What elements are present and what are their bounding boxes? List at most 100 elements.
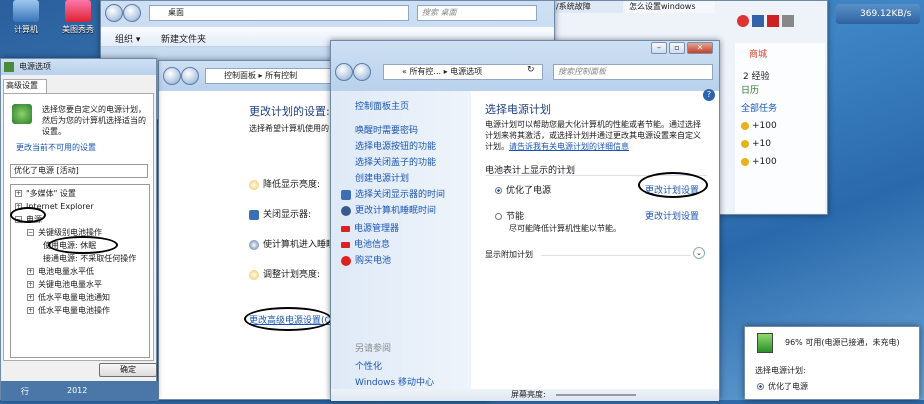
tree-label: 低水平电量电池操作	[38, 306, 110, 315]
tree-label: 电池电量水平低	[38, 267, 94, 276]
tree-item[interactable]: + 电池电量水平低	[13, 265, 147, 278]
sidebar-link-buy-battery[interactable]: 购买电池	[355, 256, 391, 266]
taskbar-text: 行	[21, 387, 29, 396]
browser-tab-active[interactable]: 怎么设置windows	[625, 1, 715, 13]
chevron-down-icon[interactable]: ⌄	[693, 247, 705, 259]
sidebar-link-power-button[interactable]: 选择电源按钮的功能	[355, 139, 436, 152]
sidebar-link-power-manager[interactable]: 电源管理器	[354, 224, 399, 234]
dialog-titlebar: 电源选项	[1, 59, 156, 75]
taskbar-year: 2012	[67, 386, 88, 395]
tab-panel: 选择您要自定义的电源计划，然后为您的计算机选择适当的设置。 更改当前不可用的设置…	[3, 93, 154, 361]
breadcrumb-control-panel[interactable]: 控制面板	[224, 71, 256, 80]
desktop-icon-computer[interactable]: 计算机	[2, 0, 50, 35]
browser-toolbar-icons	[737, 15, 825, 31]
browser-tab[interactable]: /系统故障	[553, 1, 623, 13]
expand-icon[interactable]: +	[15, 190, 22, 197]
plan-name: 节能	[506, 212, 525, 222]
sidebar-link-battery-info[interactable]: 电池信息	[354, 240, 390, 250]
page-description: 电源计划可以帮助您最大化计算机的性能或者节能。通过选择计划来将其激活，或选择计划…	[485, 119, 707, 152]
forward-button[interactable]	[181, 67, 199, 85]
control-panel-home-link[interactable]: 控制面板主页	[355, 99, 409, 112]
sidebar-link-create-plan[interactable]: 创建电源计划	[355, 171, 409, 184]
change-unavailable-settings-link[interactable]: 更改当前不可用的设置	[16, 142, 96, 153]
page-description: 选择希望计算机使用的	[249, 124, 329, 133]
back-button[interactable]	[335, 63, 353, 81]
brightness-slider[interactable]	[555, 393, 636, 396]
back-button[interactable]	[163, 67, 181, 85]
desktop-icon-label: 美图秀秀	[62, 25, 94, 34]
meitu-icon	[65, 0, 91, 22]
sidebar-link-sleep[interactable]: 更改计算机睡眠时间	[355, 206, 436, 216]
breadcrumb-all[interactable]: 所有控制	[265, 71, 297, 80]
refresh-icon[interactable]: ↻	[527, 65, 535, 75]
tray-plan-option[interactable]: 优化了电源	[757, 381, 808, 392]
expand-icon[interactable]: +	[27, 294, 34, 301]
address-bar[interactable]: 桌面	[149, 5, 409, 21]
plan-select[interactable]: 优化了电源 [活动]	[10, 164, 148, 178]
change-plan-settings-link-2[interactable]: 更改计划设置	[645, 209, 699, 222]
sidebar-link-lid[interactable]: 选择关闭盖子的功能	[355, 155, 436, 168]
see-also-personalize[interactable]: 个性化	[355, 359, 382, 372]
desktop-icon-meitu[interactable]: 美图秀秀	[54, 0, 102, 35]
dim-display-label: 降低显示亮度:	[263, 180, 321, 190]
tree-label: 低水平电量电池通知	[38, 293, 110, 302]
plan-name: 优化了电源	[506, 186, 552, 196]
collapse-icon[interactable]: −	[27, 229, 34, 236]
see-also-mobility-center[interactable]: Windows 移动中心	[355, 375, 434, 388]
brightness-bar: 屏幕亮度:	[331, 389, 719, 401]
ok-button[interactable]: 确定	[99, 363, 157, 377]
addon-icon[interactable]	[766, 15, 779, 27]
forward-button[interactable]	[123, 4, 141, 22]
plan-select-value: 优化了电源 [活动]	[14, 166, 79, 175]
show-additional-plans[interactable]: 显示附加计划	[485, 249, 533, 260]
advanced-settings-dialog: 电源选项 高级设置 选择您要自定义的电源计划，然后为您的计算机选择适当的设置。 …	[0, 58, 158, 401]
highlight-circle	[10, 207, 46, 223]
address-bar[interactable]: « 所有控... ▸ 电源选项	[383, 64, 543, 80]
tree-label: 关键电池电量水平	[38, 280, 102, 289]
tree-item[interactable]: + 关键电池电量水平	[13, 278, 147, 291]
calendar-link[interactable]: 日历	[741, 83, 759, 96]
plan-option-balanced[interactable]: 优化了电源	[495, 183, 551, 196]
plan-option-saver[interactable]: 节能	[495, 209, 524, 222]
sidebar-link-display-off[interactable]: 选择关闭显示器的时间	[355, 190, 445, 200]
tree-item[interactable]: + 低水平电量电池通知	[13, 291, 147, 304]
close-button[interactable]: ✕	[687, 42, 713, 54]
radio-unselected[interactable]	[495, 213, 502, 220]
maximize-button[interactable]: ▫	[669, 42, 685, 54]
expand-icon[interactable]: +	[27, 268, 34, 275]
battery-popup: 96% 可用(电源已接通，未充电) 选择电源计划: 优化了电源	[744, 326, 920, 400]
display-icon	[341, 189, 351, 200]
tree-item[interactable]: + 低水平电量电池操作	[13, 304, 147, 317]
address-bar[interactable]: 控制面板 ▸ 所有控制	[205, 68, 345, 84]
search-box[interactable]: 搜索 桌面	[417, 5, 537, 21]
sidebar-link-wake-password[interactable]: 唤醒时需要密码	[355, 123, 418, 136]
stop-icon[interactable]	[737, 15, 749, 27]
tasks-link[interactable]: 全部任务	[741, 101, 777, 114]
tab-advanced[interactable]: 高级设置	[3, 79, 47, 93]
divider	[541, 255, 691, 256]
wrench-icon[interactable]	[781, 15, 794, 27]
new-folder-button[interactable]: 新建文件夹	[161, 32, 206, 45]
battery-icon	[757, 333, 773, 353]
plan-details-link[interactable]: 请告诉我有关电源计划的详细信息	[509, 142, 629, 151]
back-button[interactable]	[105, 4, 123, 22]
help-icon[interactable]: ?	[703, 89, 715, 101]
browser-sidebar: 商城 2 经验 日历 全部任务 +100 +10 +100	[735, 43, 825, 213]
forward-icon[interactable]	[751, 15, 764, 27]
radio-selected[interactable]	[495, 187, 502, 194]
forward-button[interactable]	[353, 63, 371, 81]
sleep-label: 使计算机进入睡眠	[263, 240, 336, 250]
dialog-title: 电源选项	[19, 62, 51, 71]
expand-icon[interactable]: +	[27, 281, 34, 288]
mall-link[interactable]: 商城	[749, 47, 767, 60]
radio-selected[interactable]	[757, 383, 764, 390]
search-box[interactable]: 搜索控制面板	[553, 64, 713, 80]
organize-button[interactable]: 组织 ▾	[115, 32, 140, 45]
sleep-icon	[249, 239, 259, 250]
tree-item[interactable]: + "多媒体" 设置	[13, 187, 147, 200]
power-options-window: – ▫ ✕ « 所有控... ▸ 电源选项 ↻ 搜索控制面板 控制面板主页 唤醒时需…	[330, 40, 720, 404]
minimize-button[interactable]: –	[651, 42, 667, 54]
tray-plan-name: 优化了电源	[768, 382, 808, 391]
expand-icon[interactable]: +	[27, 307, 34, 314]
brightness-label: 调整计划亮度:	[263, 270, 321, 280]
